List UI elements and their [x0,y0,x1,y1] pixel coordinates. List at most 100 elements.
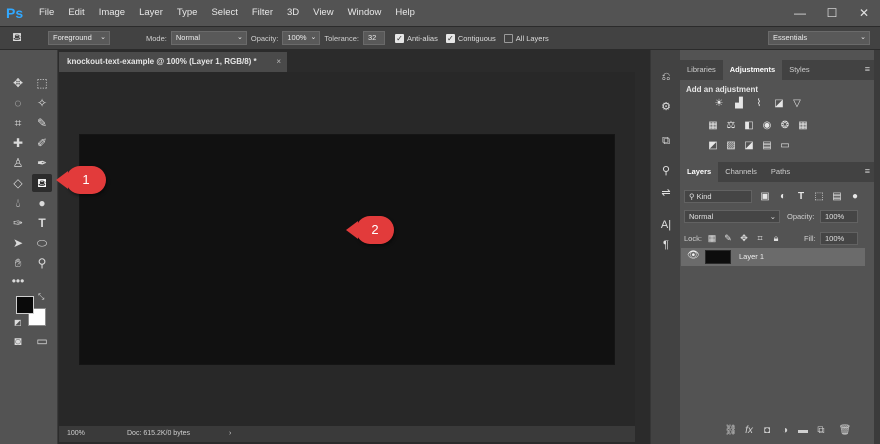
ellipse-tool-icon[interactable]: ⬭ [32,234,52,252]
tab-adjustments[interactable]: Adjustments [722,60,783,80]
character-panel-icon[interactable]: A| [656,216,676,234]
lock-all-icon[interactable]: 🔒︎ [770,232,782,244]
clone-stamp-tool-icon[interactable]: ♙ [8,154,28,172]
layer-row[interactable]: 👁︎ Layer 1 [681,248,865,266]
levels-icon[interactable]: ▟ [732,98,746,110]
menu-window[interactable]: Window [341,0,389,26]
tab-channels[interactable]: Channels [718,162,764,182]
black-white-icon[interactable]: ◧ [742,120,756,132]
menu-image[interactable]: Image [92,0,132,26]
status-menu-arrow-icon[interactable]: › [229,426,231,442]
opacity-field[interactable]: 100% ⌄ [282,31,321,45]
menu-file[interactable]: File [32,0,61,26]
photo-filter-icon[interactable]: ◉ [760,120,774,132]
brush-panel-icon[interactable]: ⚲ [656,162,676,180]
marquee-tool-icon[interactable]: ⬚ [32,74,52,92]
tab-styles[interactable]: Styles [782,60,816,80]
curves-icon[interactable]: ⌇ [752,98,766,110]
link-layers-icon[interactable]: ⛓ [724,424,738,438]
close-document-icon[interactable]: × [276,52,281,72]
more-tools-icon[interactable]: ••• [8,272,28,290]
fill-field[interactable]: 100% [820,232,858,245]
lasso-tool-icon[interactable]: ◌ [8,94,28,112]
blend-mode-dropdown[interactable]: Normal ⌄ [684,210,780,223]
menu-edit[interactable]: Edit [61,0,91,26]
new-group-icon[interactable]: ▬ [796,424,810,438]
paragraph-panel-icon[interactable]: ¶ [656,236,676,254]
maximize-button[interactable]: ☐ [816,0,848,26]
panel-menu-icon[interactable]: ≡ [865,166,870,176]
vibrance-icon[interactable]: ▽ [790,98,804,110]
pen-tool-icon[interactable]: ✑ [8,214,28,232]
add-mask-icon[interactable]: ◘ [760,424,774,438]
all-layers-option[interactable]: All Layers [503,33,549,43]
canvas[interactable] [80,135,614,364]
brush-presets-icon[interactable]: ⇌ [656,184,676,202]
move-tool-icon[interactable]: ✥ [8,74,28,92]
close-button[interactable]: ✕ [848,0,880,26]
eyedropper-tool-icon[interactable]: ✎ [32,114,52,132]
menu-filter[interactable]: Filter [245,0,280,26]
lock-transparent-pixels-icon[interactable]: ▦ [706,232,718,244]
brightness-contrast-icon[interactable]: ☀ [712,98,726,110]
filter-pixel-icon[interactable]: ▣ [758,191,772,203]
panel-menu-icon[interactable]: ≡ [865,64,870,74]
filter-toggle-icon[interactable]: ● [848,191,862,203]
minimize-button[interactable]: — [784,0,816,26]
contiguous-checkbox[interactable]: ✓ [445,33,455,43]
paint-bucket-tool-preset-icon[interactable]: ⛾ [0,30,34,46]
lock-image-pixels-icon[interactable]: ✎ [722,232,734,244]
properties-panel-icon[interactable]: ⚙ [656,98,676,116]
foreground-color-swatch[interactable] [16,296,34,314]
swap-colors-icon[interactable]: ⤡ [38,292,44,302]
exposure-icon[interactable]: ◪ [772,98,786,110]
contiguous-option[interactable]: ✓ Contiguous [445,33,496,43]
default-colors-icon[interactable]: ◩ [14,318,22,327]
new-adjustment-layer-icon[interactable]: ◑ [778,424,792,438]
layer-name[interactable]: Layer 1 [739,252,764,261]
tab-layers[interactable]: Layers [680,162,719,182]
lock-position-icon[interactable]: ✥ [738,232,750,244]
channel-mixer-icon[interactable]: ❂ [778,120,792,132]
layer-opacity-field[interactable]: 100% [820,210,858,223]
all-layers-checkbox[interactable] [503,33,513,43]
selective-color-icon[interactable]: ▤ [760,140,774,152]
color-balance-icon[interactable]: ⚖ [724,120,738,132]
eye-icon[interactable]: 👁︎ [687,250,700,261]
workspace-dropdown[interactable]: Essentials ⌄ [768,31,870,45]
document-tab[interactable]: knockout-text-example @ 100% (Layer 1, R… [59,52,287,72]
menu-type[interactable]: Type [170,0,205,26]
paint-bucket-tool-icon[interactable]: ⛾ [32,174,52,192]
magic-wand-tool-icon[interactable]: ✧ [32,94,52,112]
eraser-tool-icon[interactable]: ◇ [8,174,28,192]
mode-dropdown[interactable]: Normal ⌄ [170,31,247,45]
anti-alias-checkbox[interactable]: ✓ [394,33,404,43]
brush-tool-icon[interactable]: ✐ [32,134,52,152]
dodge-tool-icon[interactable]: ● [32,194,52,212]
filter-type-icon[interactable]: T [794,191,808,203]
menu-help[interactable]: Help [388,0,422,26]
menu-3d[interactable]: 3D [280,0,306,26]
history-panel-icon[interactable]: ⎌ [656,68,676,86]
zoom-tool-icon[interactable]: ⚲ [32,254,52,272]
filter-adjustment-icon[interactable]: ◐ [776,191,790,203]
anti-alias-option[interactable]: ✓ Anti-alias [394,33,438,43]
posterize-icon[interactable]: ▨ [724,140,738,152]
history-brush-tool-icon[interactable]: ✒ [32,154,52,172]
gradient-map-icon[interactable]: ▭ [778,140,792,152]
clone-source-panel-icon[interactable]: ⧉ [656,132,676,150]
crop-tool-icon[interactable]: ⌗ [8,114,28,132]
path-selection-tool-icon[interactable]: ➤ [8,234,28,252]
tab-paths[interactable]: Paths [764,162,797,182]
blur-tool-icon[interactable]: 💧︎ [8,194,28,212]
screen-mode-icon[interactable]: ▭ [32,332,52,350]
layer-filter-dropdown[interactable]: ⚲ Kind [684,190,752,203]
fill-source-dropdown[interactable]: Foreground ⌄ [48,31,110,45]
layer-style-icon[interactable]: fx [742,424,756,438]
filter-shape-icon[interactable]: ⬚ [812,191,826,203]
healing-brush-tool-icon[interactable]: ✚ [8,134,28,152]
color-lookup-icon[interactable]: ▦ [796,120,810,132]
right-dock-scrollbar[interactable] [874,50,880,444]
invert-icon[interactable]: ◩ [706,140,720,152]
trash-icon[interactable]: 🗑︎ [838,424,852,438]
